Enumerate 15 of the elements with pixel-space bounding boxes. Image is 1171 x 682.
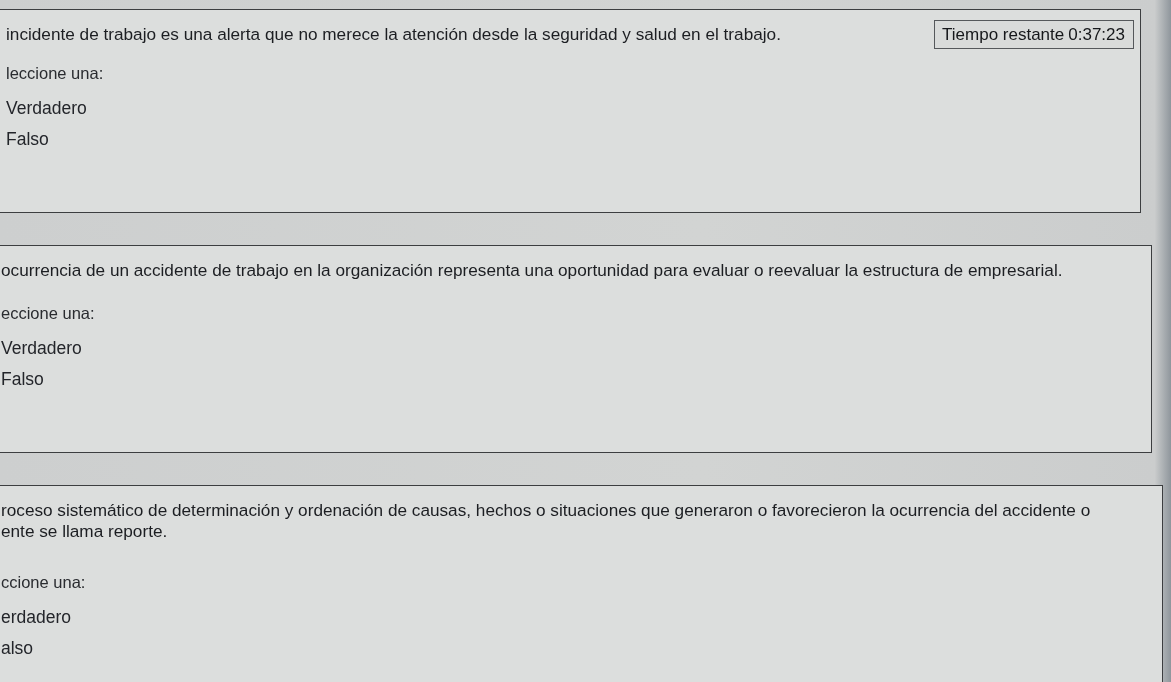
select-prompt: eccione una:: [1, 303, 95, 323]
question-text: ente se llama reporte.: [1, 521, 169, 542]
answer-option[interactable]: also: [1, 638, 34, 658]
answer-option[interactable]: erdadero: [1, 607, 72, 627]
answer-option[interactable]: Falso: [1, 369, 44, 389]
timer-label: Tiempo restante: [942, 24, 1065, 45]
question-text: ocurrencia de un accidente de trabajo en la organización representa una oportunidad para evaluar o reevaluar la estructura de empresarial.: [1, 260, 1063, 281]
timer-value: 0:37:23: [1068, 24, 1125, 45]
question-text: incidente de trabajo es una alerta que no merece la atención desde la seguridad y salud en el trabajo.: [6, 24, 781, 45]
answer-option[interactable]: Falso: [6, 129, 49, 149]
select-prompt: leccione una:: [6, 63, 104, 83]
answer-option[interactable]: Verdadero: [6, 98, 87, 118]
select-prompt: ccione una:: [1, 572, 86, 592]
answer-option[interactable]: Verdadero: [1, 338, 82, 358]
question-text: roceso sistemático de determinación y ordenación de causas, hechos o situaciones que generaron o favorecieron la ocurrencia del accidente o: [1, 500, 1091, 521]
